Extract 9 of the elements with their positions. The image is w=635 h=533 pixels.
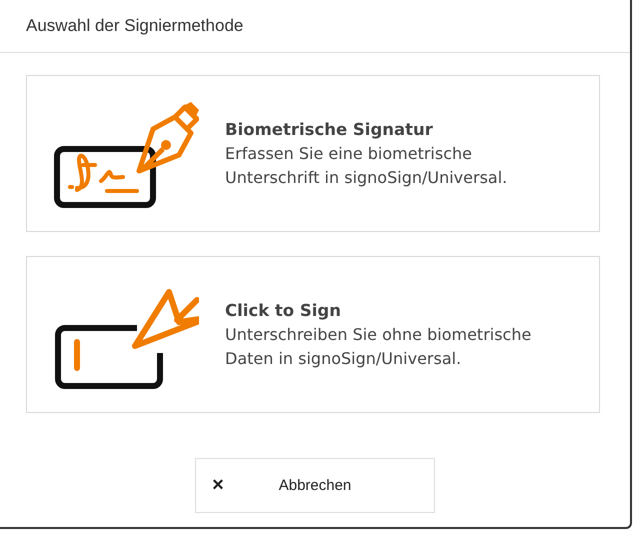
method-card[interactable]: Click to Sign Unterschreiben Sie ohne biometrische Daten in signoSign/Universal. [26,256,600,413]
method-description: Unterschreiben Sie ohne biometrische Daten in signoSign/Universal. [225,324,532,370]
cancel-button[interactable]: × Abbrechen [195,458,435,513]
close-icon: × [208,474,228,497]
dialog-title: Auswahl der Signiermethode [26,16,244,36]
method-title: Biometrische Signatur [225,118,434,141]
method-description: Erfassen Sie eine biometrische Unterschrift in signoSign/Universal. [225,142,508,188]
method-card[interactable]: Biometrische Signatur Erfassen Sie eine biometrische Unterschrift in signoSign/Universal. [26,75,600,232]
method-title: Click to Sign [225,300,342,322]
